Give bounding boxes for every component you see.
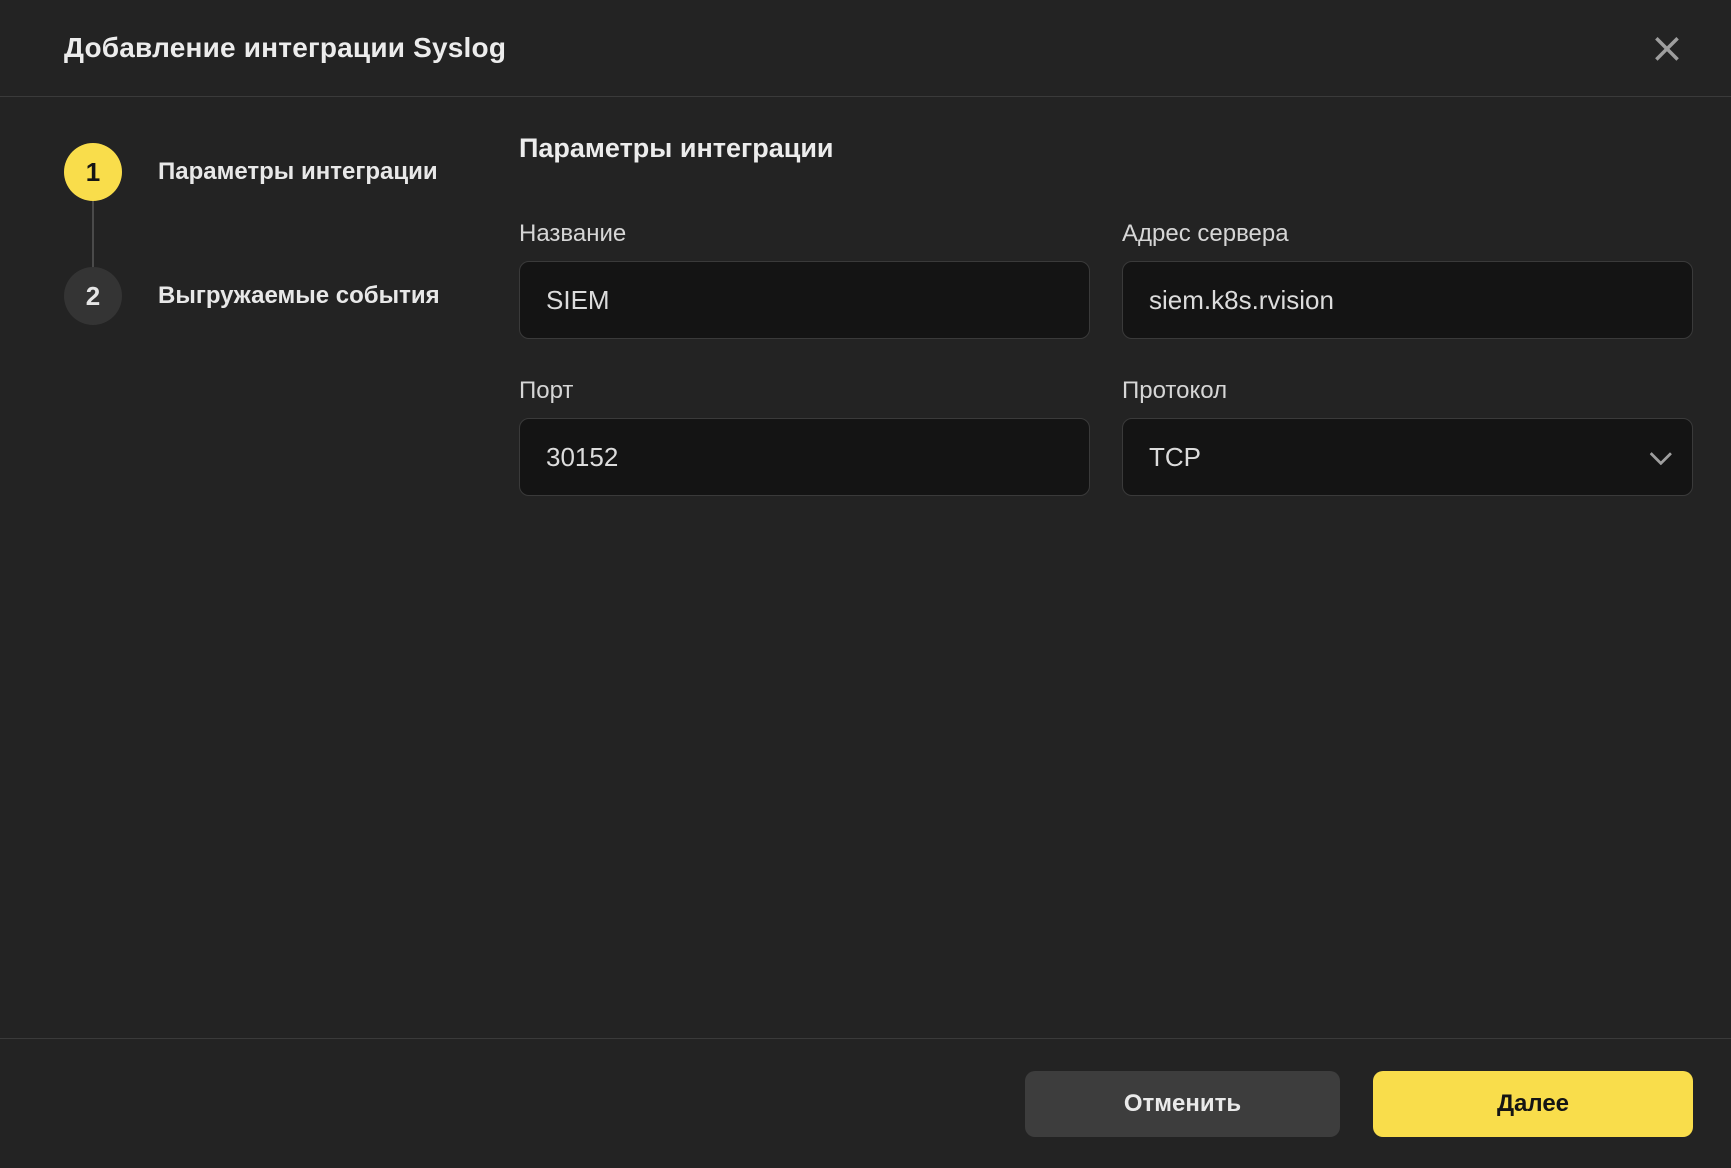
step-1-circle[interactable]: 1 (64, 143, 122, 201)
protocol-field-label: Протокол (1122, 377, 1693, 405)
stepper-step-exported-events[interactable]: 2 Выгружаемые события (64, 267, 519, 325)
dialog-header: Добавление интеграции Syslog × (0, 0, 1731, 97)
port-field-group: Порт (519, 377, 1090, 496)
step-2-label: Выгружаемые события (158, 282, 440, 310)
protocol-selected-value: TCP (1149, 442, 1201, 473)
integration-params-form: Параметры интеграции Название Адрес серв… (519, 97, 1731, 496)
name-field-label: Название (519, 220, 1090, 248)
stepper-connector-line (92, 201, 94, 267)
step-1-label: Параметры интеграции (158, 158, 438, 186)
server-address-input[interactable] (1122, 261, 1693, 339)
add-syslog-integration-dialog: Добавление интеграции Syslog × 1 Парамет… (0, 0, 1731, 1168)
protocol-field-group: Протокол TCP (1122, 377, 1693, 496)
server-address-field-label: Адрес сервера (1122, 220, 1693, 248)
dialog-body: 1 Параметры интеграции 2 Выгружаемые соб… (0, 97, 1731, 1038)
stepper-step-integration-params[interactable]: 1 Параметры интеграции (64, 143, 519, 201)
wizard-stepper: 1 Параметры интеграции 2 Выгружаемые соб… (0, 97, 519, 325)
protocol-select[interactable]: TCP (1122, 418, 1693, 496)
next-button[interactable]: Далее (1373, 1071, 1693, 1137)
cancel-button[interactable]: Отменить (1025, 1071, 1340, 1137)
close-button[interactable]: × (1645, 26, 1689, 70)
port-field-label: Порт (519, 377, 1090, 405)
form-fields-grid: Название Адрес сервера Порт Протокол TCP (519, 220, 1693, 496)
port-input[interactable] (519, 418, 1090, 496)
chevron-down-icon (1650, 443, 1673, 466)
dialog-footer: Отменить Далее (0, 1038, 1731, 1168)
form-section-heading: Параметры интеграции (519, 133, 1693, 164)
server-address-field-group: Адрес сервера (1122, 220, 1693, 339)
dialog-title: Добавление интеграции Syslog (64, 32, 506, 64)
name-field-group: Название (519, 220, 1090, 339)
close-icon: × (1649, 27, 1684, 69)
step-2-circle[interactable]: 2 (64, 267, 122, 325)
name-input[interactable] (519, 261, 1090, 339)
